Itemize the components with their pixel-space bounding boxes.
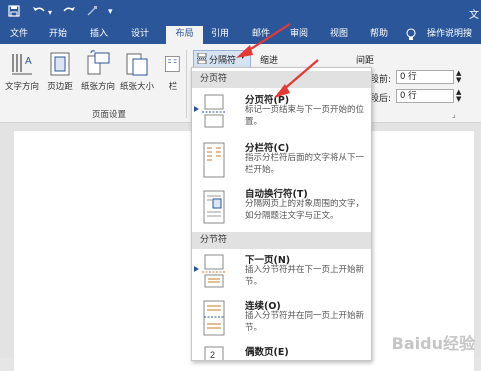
- spacing-before-label: 段前:: [370, 75, 392, 85]
- tab-review[interactable]: 审阅: [286, 26, 312, 44]
- undo-icon[interactable]: [32, 5, 46, 20]
- spacing-label: 间距: [356, 56, 375, 66]
- columns-button[interactable]: 栏: [160, 50, 186, 92]
- tab-file[interactable]: 文件: [6, 26, 32, 44]
- tab-home[interactable]: 开始: [45, 26, 71, 44]
- pointer-icon: [194, 266, 199, 272]
- orientation-label: 纸张方向: [80, 82, 115, 92]
- text-wrapping-title: 自动换行符(T): [245, 189, 308, 200]
- spacing-before-input[interactable]: 0 行: [396, 70, 454, 84]
- group-separator: [186, 50, 187, 118]
- continuous-title: 连续(O): [245, 301, 281, 312]
- next-page-item[interactable]: 下一页(N) 插入分节符并在下一页上开始新节。: [192, 252, 371, 296]
- size-button[interactable]: 纸张大小: [117, 50, 157, 92]
- next-page-icon: [202, 254, 226, 288]
- spacing-after-input[interactable]: 0 行: [396, 89, 454, 103]
- document-title: 文: [469, 10, 479, 21]
- breaks-button[interactable]: 分隔符 ▾: [193, 50, 251, 68]
- format-painter-icon[interactable]: [86, 5, 98, 20]
- save-icon[interactable]: [8, 5, 20, 20]
- spin-down-icon[interactable]: ▼: [456, 96, 461, 103]
- tab-design[interactable]: 设计: [127, 26, 153, 44]
- tab-view[interactable]: 视图: [326, 26, 352, 44]
- orientation-icon: [87, 50, 110, 75]
- lightbulb-icon[interactable]: [406, 26, 416, 44]
- column-break-icon: [203, 142, 225, 178]
- text-wrapping-desc: 分隔网页上的对象周围的文字，如分隔题注文字与正文。: [245, 199, 365, 221]
- even-page-icon: 2: [204, 346, 224, 360]
- orientation-button[interactable]: 纸张方向: [78, 50, 118, 92]
- columns-label: 栏: [168, 82, 178, 92]
- column-break-desc: 指示分栏符后面的文字将从下一栏开始。: [245, 153, 365, 175]
- text-direction-icon: A: [12, 54, 32, 75]
- redo-icon[interactable]: [62, 5, 76, 20]
- section-breaks-header: 分节符: [192, 232, 371, 249]
- tab-mailings[interactable]: 邮件: [248, 26, 274, 44]
- even-page-title: 偶数页(E): [245, 347, 289, 358]
- watermark: Baidu经验: [391, 334, 475, 353]
- page-break-icon: [202, 94, 226, 128]
- continuous-desc: 插入分节符并在同一页上开始新节。: [245, 311, 365, 333]
- ribbon-tabs: 文件 开始 插入 设计 布局 引用 邮件 审阅 视图 帮助 操作说明搜索: [0, 26, 481, 56]
- margins-icon: [50, 52, 70, 76]
- dialog-launcher-icon[interactable]: ⌟: [452, 110, 456, 119]
- spacing-after-label: 段后:: [370, 94, 392, 104]
- tab-help[interactable]: 帮助: [366, 26, 392, 44]
- continuous-icon: [203, 300, 225, 336]
- margins-label: 页边距: [47, 82, 73, 92]
- text-wrapping-break-item[interactable]: 自动换行符(T) 分隔网页上的对象周围的文字，如分隔题注文字与正文。: [192, 186, 371, 230]
- spin-down-icon[interactable]: ▼: [456, 77, 461, 84]
- page-setup-group-label: 页面设置: [92, 110, 127, 120]
- undo-dropdown-icon[interactable]: ▾: [48, 8, 52, 17]
- breaks-dropdown-menu: 分页符 分页符(P) 标记一页结束与下一页开始的位置。 分栏符(C) 指示分栏符…: [191, 67, 372, 361]
- tell-me-search[interactable]: 操作说明搜索: [423, 26, 481, 56]
- margins-button[interactable]: 页边距: [40, 50, 80, 92]
- next-page-desc: 插入分节符并在下一页上开始新节。: [245, 265, 365, 287]
- customize-qa-icon[interactable]: ▾: [108, 7, 113, 17]
- paper-size-icon: [126, 53, 148, 76]
- page-break-item[interactable]: 分页符(P) 标记一页结束与下一页开始的位置。: [192, 92, 371, 136]
- text-direction-button[interactable]: A 文字方向: [2, 50, 42, 92]
- text-direction-label: 文字方向: [4, 82, 39, 92]
- page-break-desc: 标记一页结束与下一页开始的位置。: [245, 105, 365, 127]
- chevron-down-icon: ▾: [241, 53, 245, 61]
- title-bar: ▾ ▾ 文: [0, 0, 481, 26]
- tab-insert[interactable]: 插入: [86, 26, 112, 44]
- page-breaks-header: 分页符: [192, 71, 371, 88]
- breaks-label: 分隔符: [209, 56, 237, 66]
- continuous-item[interactable]: 连续(O) 插入分节符并在同一页上开始新节。: [192, 298, 371, 342]
- tab-references[interactable]: 引用: [207, 26, 233, 44]
- pointer-icon: [194, 106, 199, 112]
- text-wrapping-icon: [203, 190, 225, 224]
- column-break-title: 分栏符(C): [245, 143, 290, 154]
- next-page-title: 下一页(N): [245, 255, 291, 266]
- column-break-item[interactable]: 分栏符(C) 指示分栏符后面的文字将从下一栏开始。: [192, 140, 371, 184]
- tab-layout[interactable]: 布局: [166, 26, 203, 44]
- indent-label: 缩进: [260, 56, 279, 66]
- size-label: 纸张大小: [119, 82, 154, 92]
- page-break-title: 分页符(P): [245, 95, 290, 106]
- svg-text:2: 2: [210, 350, 215, 360]
- breaks-icon: [197, 53, 207, 64]
- svg-text:A: A: [25, 56, 32, 67]
- columns-icon: [165, 56, 180, 72]
- even-page-item[interactable]: 2 偶数页(E): [192, 344, 371, 360]
